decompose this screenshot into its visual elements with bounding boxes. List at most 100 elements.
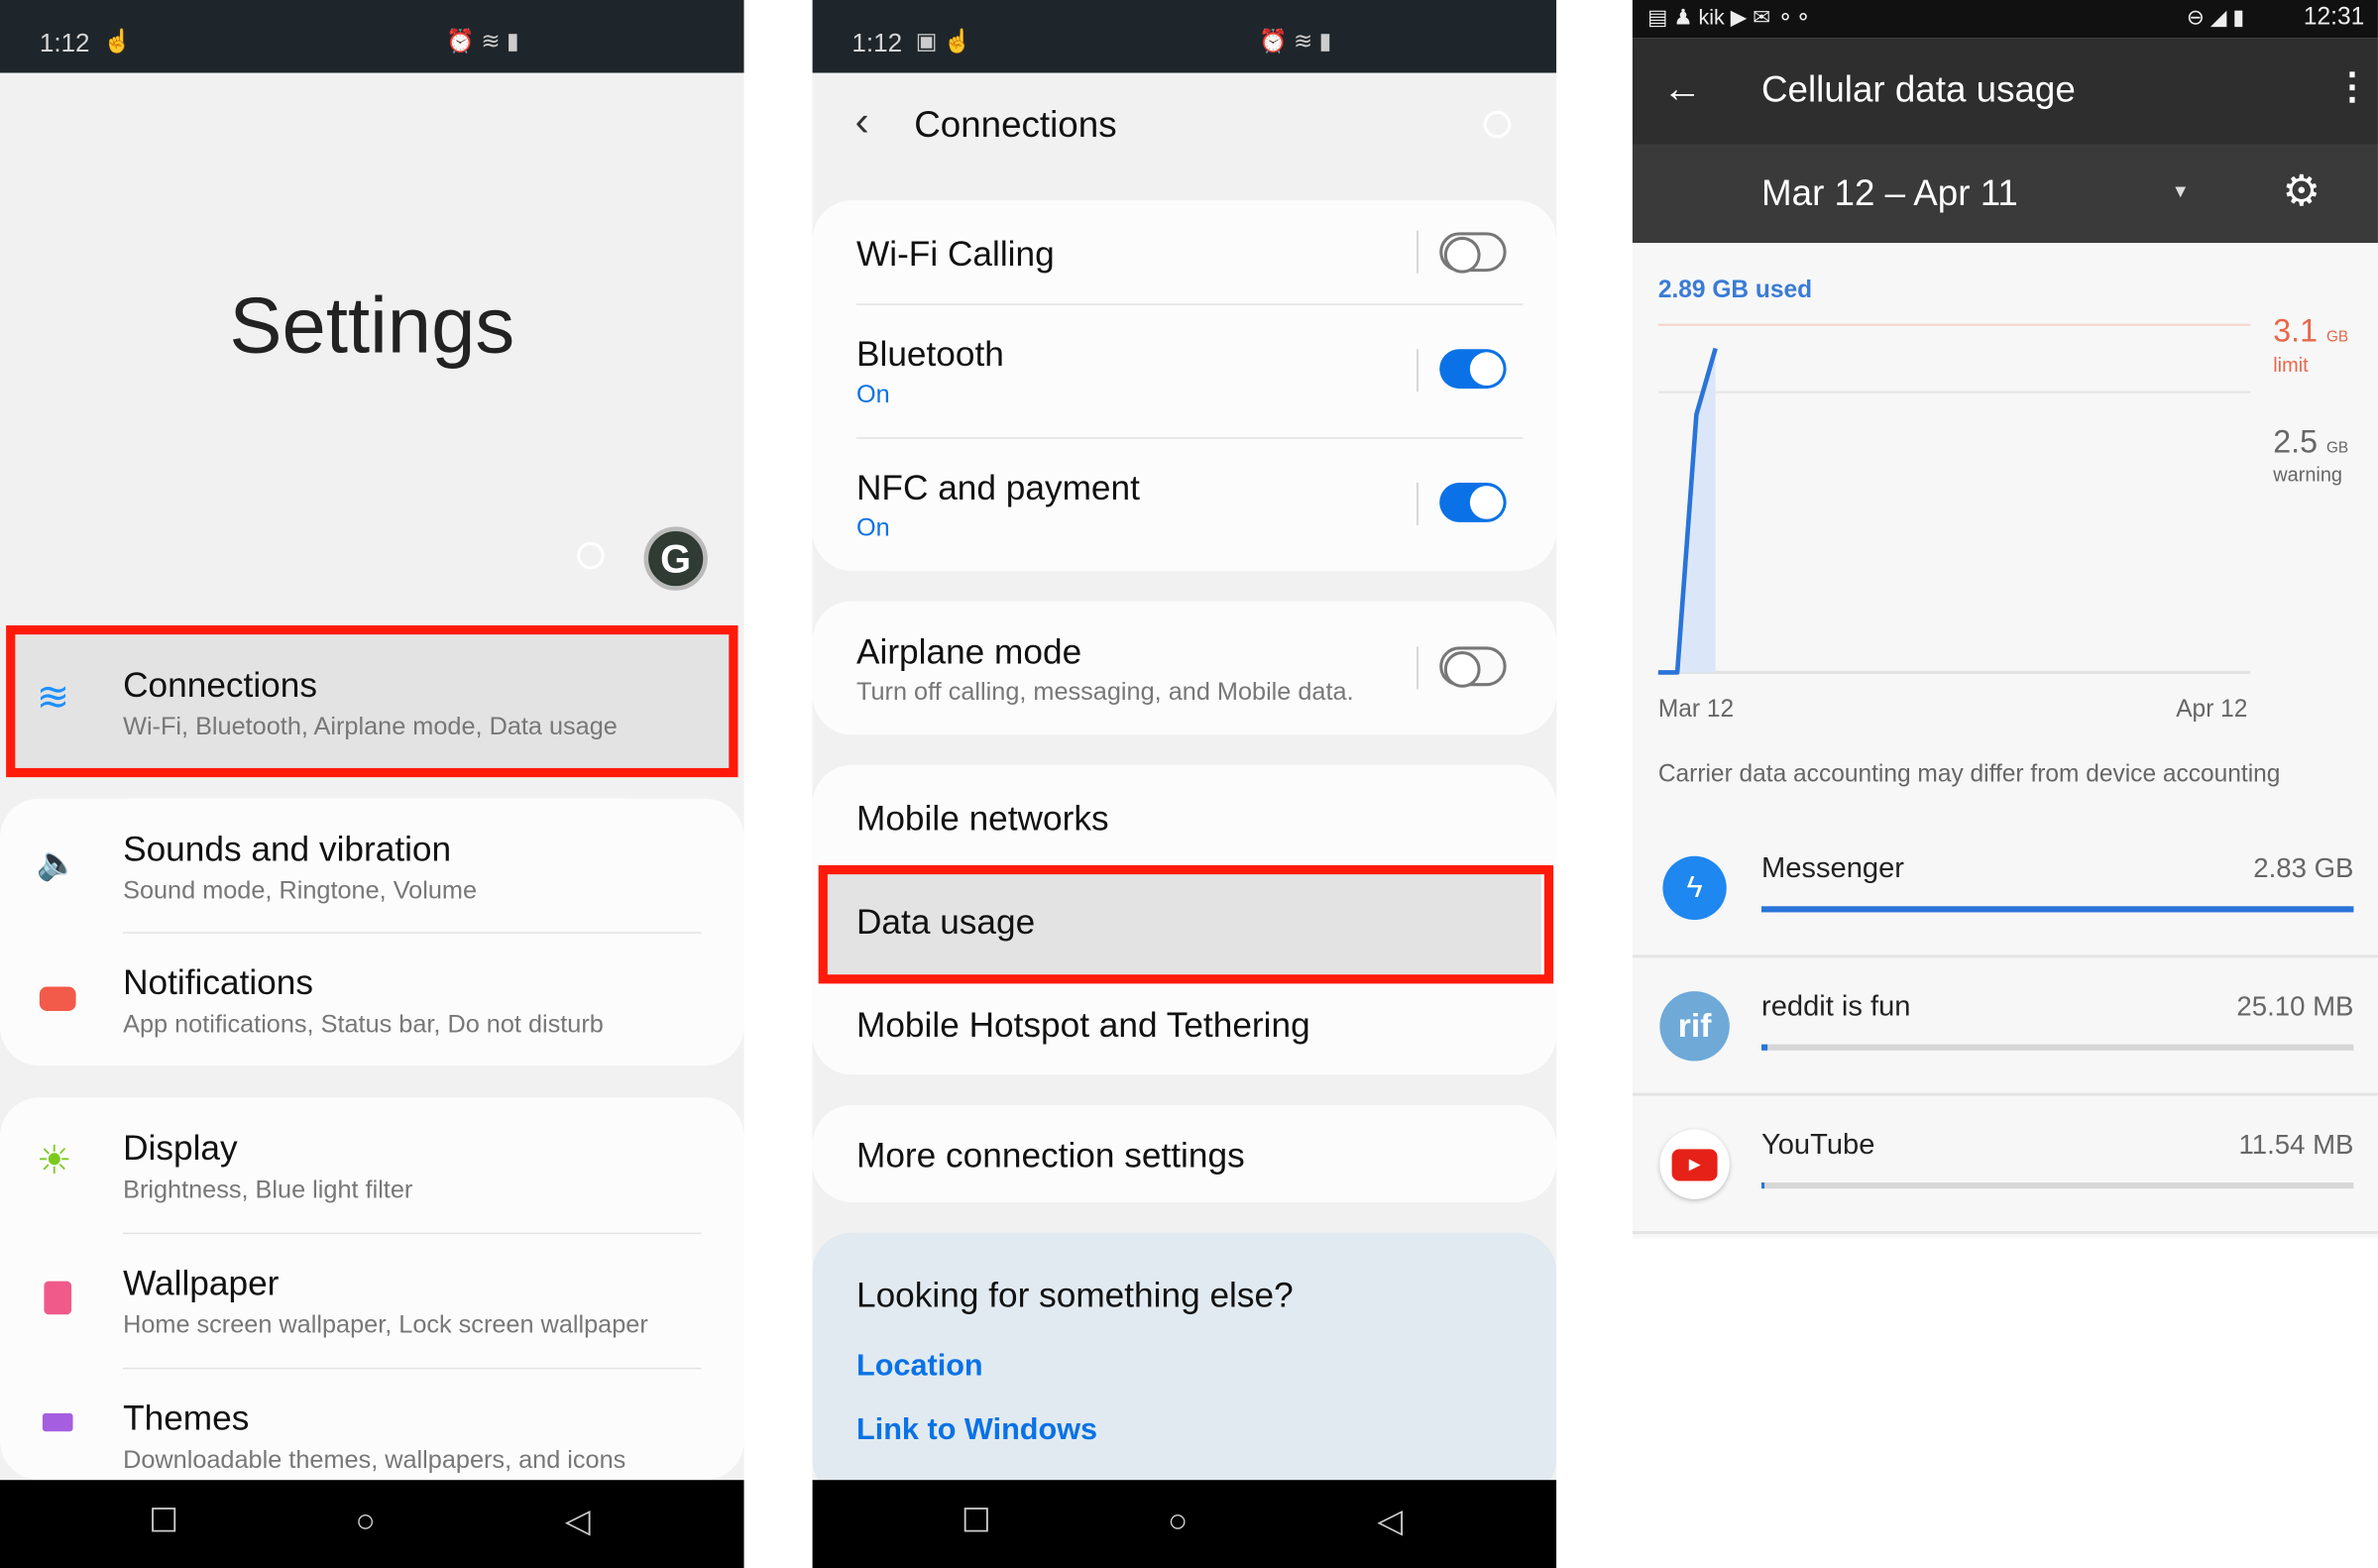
item-title: Mobile Hotspot and Tethering (855, 1004, 1310, 1045)
limit-label: limit (2273, 353, 2309, 377)
app-name: reddit is fun (1761, 991, 1911, 1024)
more-options-icon[interactable]: ⋮ (2334, 65, 2371, 109)
youtube-icon-wrap: ▶ (1659, 1129, 1730, 1199)
app-usage: 2.83 GB (2253, 852, 2354, 884)
more-group: More connection settings (812, 1104, 1557, 1202)
image-icon: ▣ ☝ (915, 29, 972, 56)
more-settings-item[interactable]: More connection settings (813, 1105, 1557, 1202)
wifi-calling-toggle[interactable] (1439, 232, 1507, 274)
item-subtitle: App notifications, Status bar, Do not di… (123, 1010, 604, 1039)
airplane-item[interactable]: Airplane mode Turn off calling, messagin… (813, 601, 1557, 734)
item-title: Bluetooth (855, 333, 1004, 374)
page-title: Settings (229, 281, 515, 371)
navigation-bar: ☐ ○ ◁ (812, 1480, 1557, 1568)
bluetooth-toggle[interactable] (1439, 349, 1507, 390)
nfc-item[interactable]: NFC and payment On (813, 437, 1557, 571)
search-icon[interactable] (1483, 110, 1512, 139)
warning-value: 2.5 GB (2273, 425, 2348, 462)
mobile-networks-item[interactable]: Mobile networks (813, 765, 1557, 868)
warning-number: 2.5 (2273, 424, 2318, 461)
limit-number: 3.1 (2273, 314, 2318, 350)
app-row[interactable]: rif reddit is fun 25.10 MB (1632, 957, 2378, 1096)
usage-bar-track (1761, 1182, 2354, 1189)
item-title: Themes (123, 1398, 250, 1438)
notification-icon (39, 986, 76, 1011)
divider (1416, 646, 1418, 690)
status-icons: ⏰ ≋ ▮ (446, 29, 519, 56)
item-title: Notifications (123, 961, 314, 1002)
header-title: Connections (914, 104, 1117, 147)
settings-group: ☀ Display Brightness, Blue light filter … (0, 1097, 744, 1481)
back-button[interactable]: ◁ (1377, 1502, 1403, 1541)
search-icon[interactable] (577, 541, 605, 570)
home-button[interactable]: ○ (1168, 1502, 1188, 1541)
cycle-bar: Mar 12 – Apr 11 ▼ ⚙ (1632, 144, 2378, 244)
suggestions-title: Looking for something else? (855, 1275, 1294, 1315)
item-subtitle: Home screen wallpaper, Lock screen wallp… (123, 1311, 648, 1339)
divider (1416, 230, 1418, 274)
location-link[interactable]: Location (856, 1350, 983, 1385)
status-time: 1:12 (851, 29, 903, 58)
highlight-box (818, 864, 1554, 984)
toolbar: ← Cellular data usage ⋮ (1632, 38, 2378, 145)
item-status: On (855, 381, 890, 408)
app-usage: 11.54 MB (2238, 1129, 2354, 1161)
status-bar: 1:12 ☝ ⏰ ≋ ▮ (0, 0, 744, 73)
wifi-calling-item[interactable]: Wi-Fi Calling (813, 200, 1557, 303)
item-title: More connection settings (855, 1135, 1245, 1176)
usage-area (1657, 348, 1716, 673)
youtube-icon: ▶ (1671, 1149, 1718, 1181)
item-subtitle: Turn off calling, messaging, and Mobile … (855, 678, 1354, 707)
themes-icon (42, 1412, 73, 1432)
item-title: Mobile networks (855, 798, 1109, 839)
app-usage: 25.10 MB (2236, 991, 2354, 1022)
back-arrow-icon[interactable]: ← (1662, 65, 1702, 112)
signal-icons: ⊖ ◢ ▮ (2186, 4, 2245, 30)
wallpaper-item[interactable]: Wallpaper Home screen wallpaper, Lock sc… (0, 1233, 744, 1368)
usage-bar-track (1761, 1044, 2354, 1051)
x-tick-start: Mar 12 (1657, 696, 1735, 723)
gear-icon[interactable]: ⚙ (2282, 166, 2320, 216)
connections-group: Wi-Fi Calling Bluetooth On NFC and payme… (812, 200, 1557, 571)
app-row[interactable]: ▶ YouTube 11.54 MB (1632, 1096, 2378, 1235)
back-button[interactable]: ◁ (565, 1502, 591, 1541)
bluetooth-item[interactable]: Bluetooth On (813, 303, 1557, 437)
notification-icons: ▤ ♟ kik ▶ ✉ ⚬⚬ (1647, 4, 1813, 30)
sounds-item[interactable]: 🔈 Sounds and vibration Sound mode, Ringt… (0, 799, 744, 933)
volume-icon: 🔈 (36, 843, 78, 882)
display-item[interactable]: ☀ Display Brightness, Blue light filter (0, 1097, 744, 1232)
hotspot-item[interactable]: Mobile Hotspot and Tethering (813, 974, 1557, 1074)
status-time: 1:12 (39, 29, 90, 58)
item-title: Wallpaper (123, 1263, 280, 1303)
settings-group: 🔈 Sounds and vibration Sound mode, Ringt… (0, 798, 744, 1066)
themes-item[interactable]: Themes Downloadable themes, wallpapers, … (0, 1368, 744, 1480)
warning-label: warning (2273, 463, 2343, 487)
nfc-toggle[interactable] (1439, 483, 1507, 522)
app-row[interactable]: ϟ Messenger 2.83 GB (1632, 820, 2378, 958)
airplane-group: Airplane mode Turn off calling, messagin… (812, 601, 1557, 735)
cycle-dropdown[interactable]: Mar 12 – Apr 11 (1761, 173, 2018, 216)
usage-chart (1657, 323, 2251, 675)
app-name: YouTube (1761, 1129, 1875, 1162)
status-icons: ⏰ ≋ ▮ (1258, 29, 1332, 56)
home-button[interactable]: ○ (355, 1502, 375, 1541)
recents-button[interactable]: ☐ (962, 1502, 991, 1541)
touch-icon: ☝ (103, 29, 132, 56)
status-bar: ▤ ♟ kik ▶ ✉ ⚬⚬ ⊖ ◢ ▮ 12:31 (1632, 0, 2378, 39)
suggestions-card: Looking for something else? Location Lin… (812, 1232, 1557, 1499)
avatar[interactable]: G (643, 526, 708, 591)
connections-screen: 1:12 ▣ ☝ ⏰ ≋ ▮ ‹ Connections Wi-Fi Calli… (812, 0, 1557, 1568)
notifications-item[interactable]: Notifications App notifications, Status … (0, 932, 744, 1065)
item-title: Sounds and vibration (123, 829, 452, 869)
divider (1416, 349, 1418, 392)
item-status: On (855, 514, 890, 542)
link-to-windows-link[interactable]: Link to Windows (856, 1413, 1097, 1448)
dropdown-arrow-icon[interactable]: ▼ (2172, 180, 2190, 201)
limit-unit: GB (2325, 329, 2349, 347)
item-title: Display (123, 1127, 238, 1168)
recents-button[interactable]: ☐ (149, 1502, 178, 1541)
back-icon[interactable]: ‹ (854, 97, 868, 146)
messenger-icon: ϟ (1662, 855, 1727, 921)
airplane-toggle[interactable] (1439, 646, 1507, 688)
cellular-data-screen: ▤ ♟ kik ▶ ✉ ⚬⚬ ⊖ ◢ ▮ 12:31 ← Cellular da… (1632, 0, 2378, 1239)
